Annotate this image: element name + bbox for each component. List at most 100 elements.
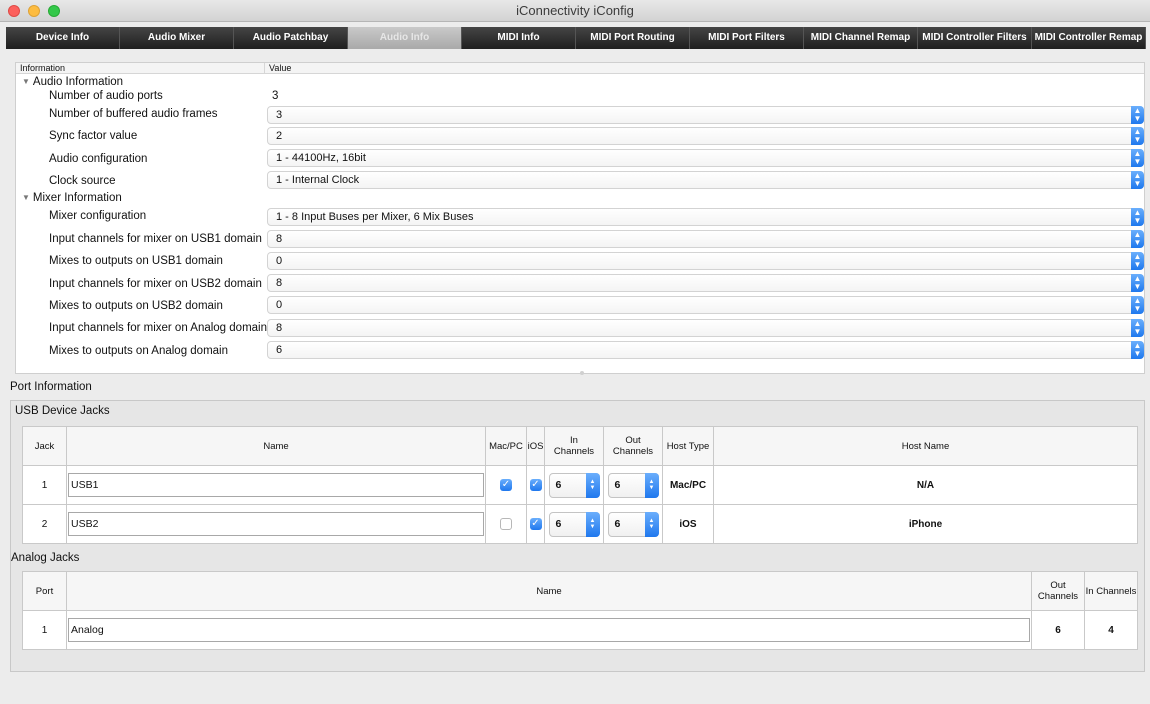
mixer-configuration-select[interactable]: 1 - 8 Input Buses per Mixer, 6 Mix Buses…	[267, 208, 1144, 226]
select-value: 3	[276, 109, 283, 121]
select-value: 0	[276, 299, 283, 311]
ios-checkbox[interactable]: ✓	[529, 479, 542, 491]
stepper-arrows-icon[interactable]: ▲ ▼	[585, 472, 600, 498]
clock-source-select[interactable]: 1 - Internal Clock ▲ ▼	[267, 171, 1144, 189]
audio-information-group[interactable]: ▼ Audio Information	[22, 76, 123, 88]
mixes-usb1-select[interactable]: 0 ▲ ▼	[267, 252, 1144, 270]
header-name[interactable]: Name	[66, 426, 486, 466]
split-resize-handle[interactable]	[580, 371, 584, 375]
input-channels-analog-select[interactable]: 8 ▲ ▼	[267, 319, 1144, 337]
buffered-frames-select[interactable]: 3 ▲ ▼	[267, 106, 1144, 124]
group-label: Mixer Information	[32, 192, 122, 204]
host-type: iOS	[662, 504, 714, 544]
tab-device-info[interactable]: Device Info	[6, 27, 120, 49]
chevron-updown-icon: ▲ ▼	[1131, 171, 1144, 189]
host-name: iPhone	[713, 504, 1138, 544]
header-in-channels[interactable]: In Channels	[544, 426, 604, 466]
table-row: 1 Analog 6 4	[22, 610, 1138, 650]
jack-name-field[interactable]: USB1	[68, 473, 484, 497]
header-ios[interactable]: iOS	[526, 426, 545, 466]
tab-midi-info[interactable]: MIDI Info	[462, 27, 576, 49]
header-out-channels[interactable]: Out Channels	[603, 426, 663, 466]
jack-name-field[interactable]: USB2	[68, 512, 484, 536]
disclosure-triangle-icon[interactable]: ▼	[22, 193, 30, 202]
column-header-information[interactable]: Information	[20, 63, 65, 74]
in-channels-stepper[interactable]: 6 ▲ ▼	[548, 511, 600, 537]
sync-factor-select[interactable]: 2 ▲ ▼	[267, 127, 1144, 145]
row-label: Mixer configuration	[49, 210, 147, 222]
mixes-usb2-select[interactable]: 0 ▲ ▼	[267, 296, 1144, 314]
jack-number: 2	[22, 504, 67, 544]
analog-jacks-title: Analog Jacks	[11, 552, 80, 564]
row-label: Input channels for mixer on USB1 domain	[49, 233, 262, 245]
table-header-row: Port Name Out Channels In Channels	[22, 571, 1138, 611]
out-channels-stepper[interactable]: 6 ▲ ▼	[607, 472, 659, 498]
row-label: Mixes to outputs on USB1 domain	[49, 255, 223, 267]
tab-midi-channel-remap[interactable]: MIDI Channel Remap	[804, 27, 918, 49]
out-channels-value: 6	[1031, 610, 1085, 650]
table-row: 1 USB1 ✓ ✓ 6 ▲ ▼ 6 ▲ ▼ Mac/PC N/A	[22, 465, 1138, 505]
select-value: 0	[276, 255, 283, 267]
header-jack[interactable]: Jack	[22, 426, 67, 466]
macpc-checkbox[interactable]	[500, 518, 512, 530]
row-label: Input channels for mixer on USB2 domain	[49, 278, 262, 290]
chevron-updown-icon: ▲ ▼	[1131, 319, 1144, 337]
stepper-arrows-icon[interactable]: ▲ ▼	[644, 511, 659, 537]
port-name-field[interactable]: Analog	[68, 618, 1030, 642]
select-value: 8	[276, 277, 283, 289]
macpc-checkbox[interactable]: ✓	[500, 479, 512, 491]
row-label: Number of buffered audio frames	[49, 108, 218, 120]
window-title: iConnectivity iConfig	[516, 3, 634, 18]
select-value: 8	[276, 322, 283, 334]
stepper-value: 6	[555, 478, 562, 491]
row-label: Number of audio ports	[49, 90, 163, 102]
input-channels-usb1-select[interactable]: 8 ▲ ▼	[267, 230, 1144, 248]
tab-audio-info[interactable]: Audio Info	[348, 27, 462, 49]
port-information-box: USB Device Jacks Jack Name Mac/PC iOS In…	[10, 400, 1145, 672]
column-header-value[interactable]: Value	[269, 63, 291, 74]
mixer-information-group[interactable]: ▼ Mixer Information	[22, 192, 122, 204]
row-label: Audio configuration	[49, 153, 148, 165]
select-value: 2	[276, 130, 283, 142]
header-name[interactable]: Name	[66, 571, 1032, 611]
tab-midi-port-filters[interactable]: MIDI Port Filters	[690, 27, 804, 49]
audio-configuration-select[interactable]: 1 - 44100Hz, 16bit ▲ ▼	[267, 149, 1144, 167]
out-channels-stepper[interactable]: 6 ▲ ▼	[607, 511, 659, 537]
tab-midi-controller-remap[interactable]: MIDI Controller Remap	[1032, 27, 1146, 49]
input-channels-usb2-select[interactable]: 8 ▲ ▼	[267, 274, 1144, 292]
audio-info-table: Information Value ▼ Audio Information Num…	[15, 62, 1145, 375]
select-value: 6	[276, 344, 283, 356]
header-in-channels[interactable]: In Channels	[1084, 571, 1138, 611]
port-number: 1	[22, 610, 67, 650]
header-port[interactable]: Port	[22, 571, 67, 611]
row-label: Input channels for mixer on Analog domai…	[49, 322, 267, 334]
ios-checkbox[interactable]: ✓	[529, 518, 542, 530]
title-bar: iConnectivity iConfig	[0, 0, 1150, 22]
mixes-analog-select[interactable]: 6 ▲ ▼	[267, 341, 1144, 359]
tab-midi-port-routing[interactable]: MIDI Port Routing	[576, 27, 690, 49]
table-header-row: Jack Name Mac/PC iOS In Channels Out Cha…	[22, 426, 1138, 466]
header-macpc[interactable]: Mac/PC	[485, 426, 527, 466]
disclosure-triangle-icon[interactable]: ▼	[22, 77, 30, 86]
stepper-arrows-icon[interactable]: ▲ ▼	[585, 511, 600, 537]
tab-audio-patchbay[interactable]: Audio Patchbay	[234, 27, 348, 49]
stepper-value: 6	[614, 517, 621, 530]
header-host-name[interactable]: Host Name	[713, 426, 1138, 466]
chevron-updown-icon: ▲ ▼	[1131, 127, 1144, 145]
select-value: 1 - 44100Hz, 16bit	[276, 152, 366, 164]
select-value: 1 - 8 Input Buses per Mixer, 6 Mix Buses	[276, 211, 474, 223]
stepper-value: 6	[614, 478, 621, 491]
host-name: N/A	[713, 465, 1138, 505]
usb-jacks-table: Jack Name Mac/PC iOS In Channels Out Cha…	[22, 426, 1138, 544]
tab-midi-controller-filters[interactable]: MIDI Controller Filters	[918, 27, 1032, 49]
header-host-type[interactable]: Host Type	[662, 426, 714, 466]
tab-audio-mixer[interactable]: Audio Mixer	[120, 27, 234, 49]
header-out-channels[interactable]: Out Channels	[1031, 571, 1085, 611]
stepper-value: 6	[555, 517, 562, 530]
column-divider[interactable]	[264, 63, 265, 74]
select-value: 8	[276, 233, 283, 245]
host-type: Mac/PC	[662, 465, 714, 505]
stepper-arrows-icon[interactable]: ▲ ▼	[644, 472, 659, 498]
in-channels-stepper[interactable]: 6 ▲ ▼	[548, 472, 600, 498]
row-label: Sync factor value	[49, 130, 138, 142]
